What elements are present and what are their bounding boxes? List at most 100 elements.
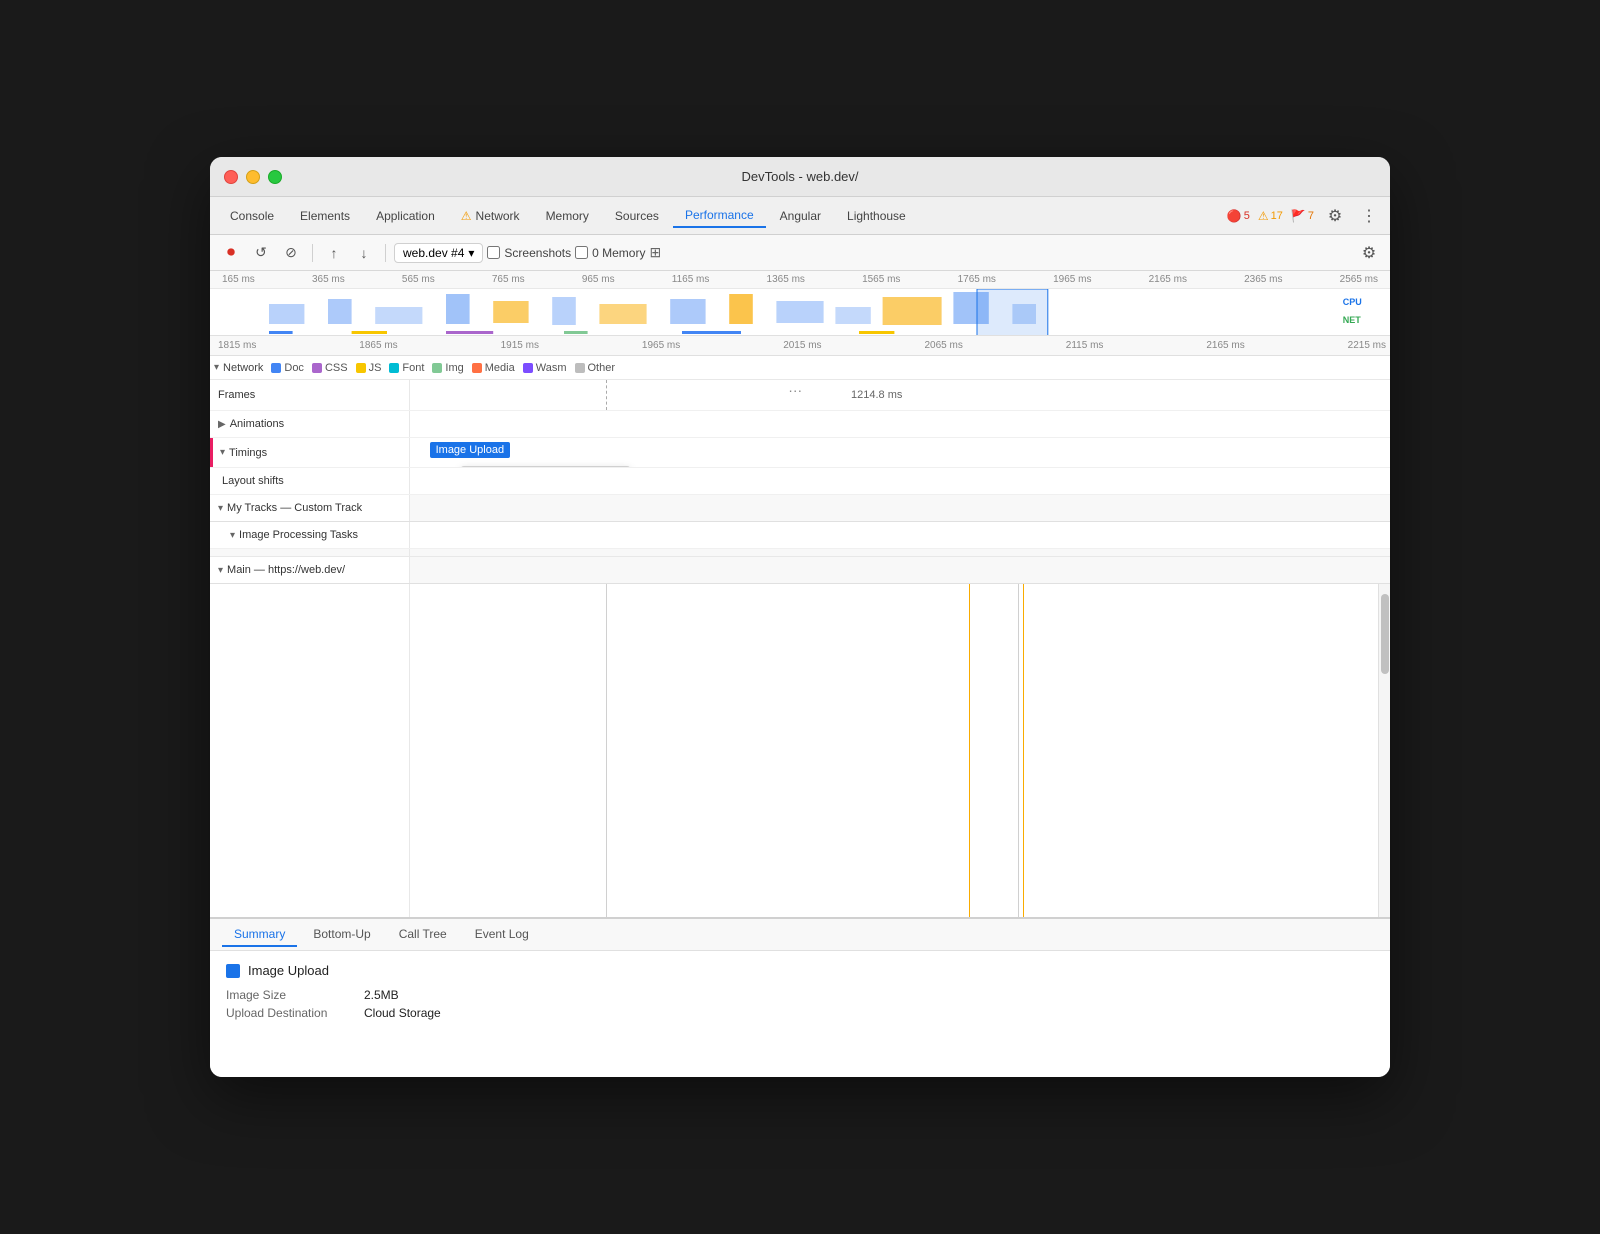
tab-network[interactable]: ⚠ Network: [449, 205, 532, 227]
image-processing-label[interactable]: ▾ Image Processing Tasks: [210, 522, 410, 548]
window-title: DevTools - web.dev/: [741, 169, 858, 184]
time-mark-7: 1565 ms: [862, 274, 900, 285]
cpu-overview-chart: CPU NET: [210, 289, 1390, 336]
profile-name: web.dev #4: [403, 246, 464, 260]
separator-2: [385, 244, 386, 262]
s-time-2: 1915 ms: [501, 340, 539, 351]
memory-icon: ⊞: [649, 244, 661, 261]
ellipsis-indicator: ···: [788, 382, 802, 398]
screenshots-checkbox-label[interactable]: Screenshots: [487, 246, 571, 260]
tab-summary[interactable]: Summary: [222, 923, 297, 947]
my-tracks-text: My Tracks — Custom Track: [227, 502, 362, 514]
my-tracks-collapse-icon[interactable]: ▾: [218, 503, 223, 514]
tab-call-tree[interactable]: Call Tree: [387, 923, 459, 947]
reload-record-button[interactable]: ↺: [248, 240, 274, 266]
close-button[interactable]: [224, 170, 238, 184]
time-mark-8: 1765 ms: [958, 274, 996, 285]
minimize-button[interactable]: [246, 170, 260, 184]
tab-network-label: Network: [476, 209, 520, 223]
timings-label[interactable]: ▾ Timings: [210, 438, 410, 467]
spacer-label: [210, 549, 410, 556]
summary-dot: [226, 964, 240, 978]
frames-content[interactable]: 1214.8 ms: [410, 380, 1390, 410]
memory-checkbox[interactable]: [575, 246, 588, 259]
maximize-button[interactable]: [268, 170, 282, 184]
legend-css: CSS: [312, 362, 348, 374]
profile-selector[interactable]: web.dev #4 ▾: [394, 243, 483, 263]
timings-text: Timings: [229, 447, 267, 459]
s-time-6: 2115 ms: [1066, 340, 1104, 351]
tab-lighthouse[interactable]: Lighthouse: [835, 205, 918, 227]
tab-console[interactable]: Console: [218, 205, 286, 227]
nav-right: 🔴 5 ⚠ 17 🚩 7 ⚙ ⋮: [1227, 203, 1382, 229]
tab-elements[interactable]: Elements: [288, 205, 362, 227]
main-collapse-icon[interactable]: ▾: [218, 565, 223, 576]
time-mark-11: 2365 ms: [1244, 274, 1282, 285]
frames-text: Frames: [218, 389, 255, 401]
image-upload-badge[interactable]: Image Upload: [430, 442, 511, 458]
legend-font-dot: [389, 363, 399, 373]
timings-content[interactable]: Image Upload Processed image uploaded: [410, 438, 1390, 467]
record-button[interactable]: ⏺: [218, 240, 244, 266]
separator-1: [312, 244, 313, 262]
tab-memory[interactable]: Memory: [534, 205, 601, 227]
animations-collapse-icon[interactable]: ▶: [218, 419, 226, 430]
tab-angular[interactable]: Angular: [768, 205, 833, 227]
tab-sources[interactable]: Sources: [603, 205, 671, 227]
main-track-content[interactable]: [410, 584, 1390, 917]
main-scrollbar[interactable]: [1378, 584, 1390, 917]
legend-js-dot: [356, 363, 366, 373]
legend-wasm-dot: [523, 363, 533, 373]
animations-text: Animations: [230, 418, 284, 430]
spacer-row: [210, 549, 1390, 557]
main-track-sidebar: [210, 584, 410, 917]
s-time-1: 1865 ms: [359, 340, 397, 351]
legend-img-dot: [432, 363, 442, 373]
bottom-panel: Summary Bottom-Up Call Tree Event Log Im…: [210, 917, 1390, 1077]
vline-1: [606, 584, 607, 917]
timings-collapse-icon[interactable]: ▾: [220, 447, 225, 458]
bottom-content: Image Upload Image Size 2.5MB Upload Des…: [210, 951, 1390, 1077]
vline-2: [1018, 584, 1019, 917]
time-mark-9: 1965 ms: [1053, 274, 1091, 285]
tab-bottom-up[interactable]: Bottom-Up: [301, 923, 382, 947]
overview-timeline: 165 ms 365 ms 565 ms 765 ms 965 ms 1165 …: [210, 271, 1390, 336]
tab-event-log[interactable]: Event Log: [463, 923, 541, 947]
devtools-window: DevTools - web.dev/ Console Elements App…: [210, 157, 1390, 1077]
settings-button[interactable]: ⚙: [1322, 203, 1348, 229]
toolbar-right: ⚙: [1356, 240, 1382, 266]
time-mark-4: 965 ms: [582, 274, 615, 285]
s-time-8: 2215 ms: [1348, 340, 1386, 351]
tab-performance[interactable]: Performance: [673, 204, 766, 228]
more-button[interactable]: ⋮: [1356, 203, 1382, 229]
load-profile-button[interactable]: ↑: [321, 240, 347, 266]
flame-chart-overview[interactable]: CPU NET: [210, 289, 1390, 336]
my-tracks-label[interactable]: ▾ My Tracks — Custom Track: [210, 495, 410, 521]
bottom-tabs: Summary Bottom-Up Call Tree Event Log: [210, 919, 1390, 951]
vline-yellow-2: [1023, 584, 1024, 917]
toolbar-settings-button[interactable]: ⚙: [1356, 240, 1382, 266]
tab-application[interactable]: Application: [364, 205, 447, 227]
tracks-area: ··· Frames 1214.8 ms ▶ Animations: [210, 380, 1390, 917]
network-collapse-icon[interactable]: ▾: [214, 362, 219, 373]
my-tracks-content: [410, 495, 1390, 521]
legend-img: Img: [432, 362, 463, 374]
frames-label: Frames: [210, 380, 410, 410]
main-label[interactable]: ▾ Main — https://web.dev/: [210, 557, 410, 583]
s-time-4: 2015 ms: [783, 340, 821, 351]
time-mark-2: 565 ms: [402, 274, 435, 285]
main-header-content: [410, 557, 1390, 583]
memory-checkbox-label[interactable]: 0 Memory: [575, 246, 645, 260]
timing-tooltip: Processed image uploaded: [460, 466, 631, 467]
scrollbar-thumb[interactable]: [1381, 594, 1389, 674]
screenshots-checkbox[interactable]: [487, 246, 500, 259]
save-profile-button[interactable]: ↓: [351, 240, 377, 266]
animations-label[interactable]: ▶ Animations: [210, 411, 410, 437]
image-processing-collapse-icon[interactable]: ▾: [230, 530, 235, 541]
track-timings: ▾ Timings Image Upload Processed image u…: [210, 438, 1390, 468]
traffic-lights: [224, 170, 282, 184]
time-marks-second: 1815 ms 1865 ms 1915 ms 1965 ms 2015 ms …: [214, 340, 1390, 351]
track-my-tracks: ▾ My Tracks — Custom Track: [210, 495, 1390, 522]
toolbar: ⏺ ↺ ⊘ ↑ ↓ web.dev #4 ▾ Screenshots 0 Mem…: [210, 235, 1390, 271]
clear-button[interactable]: ⊘: [278, 240, 304, 266]
